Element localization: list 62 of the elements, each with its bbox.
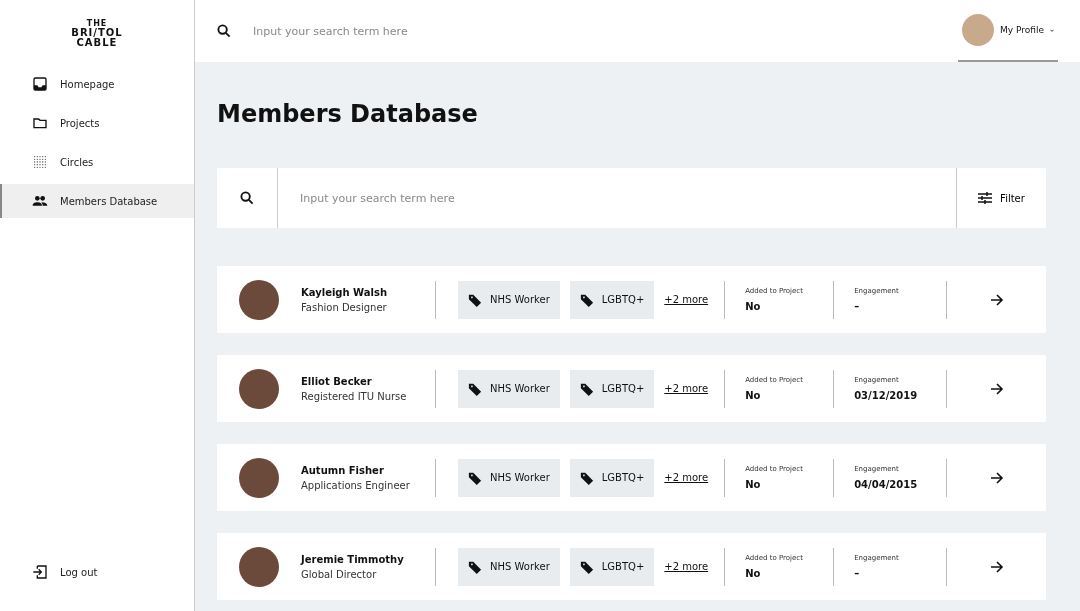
- stat-value: No: [745, 301, 762, 312]
- tag-icon: [579, 559, 594, 574]
- search-bar[interactable]: Input your search term here Filter: [217, 168, 1046, 228]
- avatar: [239, 457, 279, 498]
- search-icon: [240, 191, 254, 205]
- arrow-right-icon: [989, 381, 1004, 396]
- page-title: Members Database: [217, 100, 479, 128]
- avatar: [239, 279, 279, 320]
- tag-label: NHS Worker: [490, 383, 550, 394]
- stat-value: 03/12/2019: [854, 390, 919, 401]
- tag-icon: [468, 292, 482, 307]
- sidebar-item[interactable]: Circles: [0, 145, 194, 179]
- member-name: Kayleigh Walsh: [301, 286, 389, 298]
- tag-label: NHS Worker: [490, 294, 550, 305]
- search-icon: [217, 24, 231, 38]
- tag-icon: [579, 470, 594, 485]
- arrow-right-icon: [989, 292, 1004, 307]
- stat-value: No: [745, 390, 762, 401]
- tag-label: LGBTQ+: [601, 561, 645, 572]
- member-name: Elliot Becker: [301, 375, 373, 387]
- tag-icon: [468, 559, 482, 574]
- people-icon: [32, 193, 48, 209]
- stat-value: No: [745, 568, 762, 579]
- stat-value: No: [745, 479, 762, 490]
- member-role: Registered ITU Nurse: [301, 390, 408, 402]
- profile-menu[interactable]: My Profile: [958, 0, 1058, 62]
- member-name: Autumn Fisher: [301, 464, 385, 476]
- stat-value: –: [854, 568, 861, 579]
- tag-label: NHS Worker: [490, 561, 550, 572]
- avatar: [239, 368, 279, 409]
- folder-icon: [32, 115, 48, 131]
- stat-value: 04/04/2015: [854, 479, 919, 490]
- more-tags-link[interactable]: +2 more: [664, 472, 709, 483]
- tag-label: NHS Worker: [490, 472, 550, 483]
- member-role: Fashion Designer: [301, 301, 388, 313]
- tag-label: LGBTQ+: [601, 472, 645, 483]
- more-tags-link[interactable]: +2 more: [664, 383, 709, 394]
- tag-icon: [579, 292, 594, 307]
- member-role: Global Director: [301, 568, 378, 580]
- tag-icon: [468, 470, 482, 485]
- logo: THE BRI/TOL CABLE: [71, 18, 123, 50]
- inbox-icon: [32, 76, 48, 92]
- logout-icon: [32, 564, 48, 580]
- sliders-icon: [978, 191, 993, 205]
- sidebar-item[interactable]: Homepage: [0, 67, 194, 101]
- stat-value: –: [854, 301, 861, 312]
- member-role: Applications Engineer: [301, 479, 411, 491]
- tag-icon: [468, 381, 482, 396]
- avatar: [239, 546, 279, 587]
- arrow-right-icon: [989, 559, 1004, 574]
- tag-label: LGBTQ+: [601, 383, 645, 394]
- sidebar-item[interactable]: Members Database: [0, 184, 194, 218]
- logout-item[interactable]: Log out: [0, 555, 194, 589]
- arrow-right-icon: [989, 470, 1004, 485]
- sidebar-item[interactable]: Projects: [0, 106, 194, 140]
- tag-icon: [579, 381, 594, 396]
- more-tags-link[interactable]: +2 more: [664, 561, 709, 572]
- more-tags-link[interactable]: +2 more: [664, 294, 709, 305]
- avatar: [962, 14, 994, 46]
- tag-label: LGBTQ+: [601, 294, 645, 305]
- member-name: Jeremie Timmothy: [301, 553, 405, 565]
- dot-grid-icon: [32, 154, 48, 170]
